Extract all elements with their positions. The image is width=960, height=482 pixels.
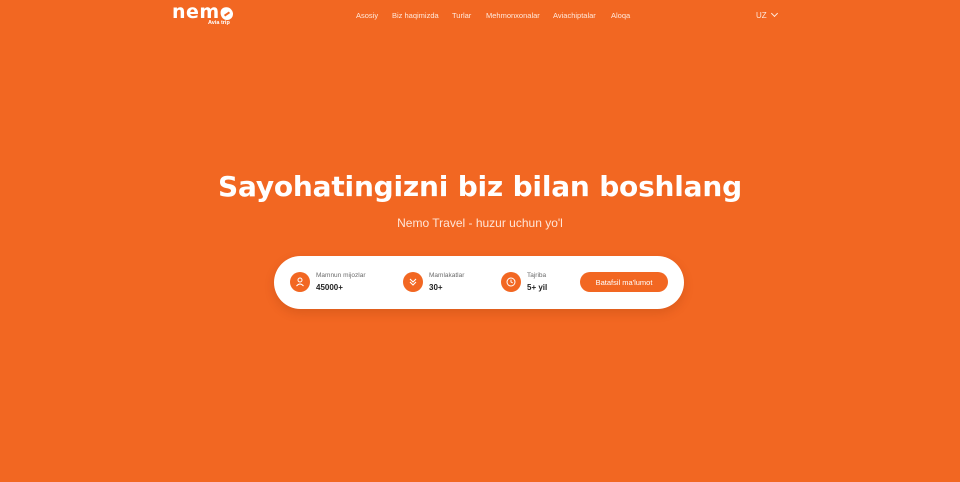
stat-value: 5+ yil	[527, 283, 548, 292]
nav-item-mehmonxonalar[interactable]: Mehmonxonalar	[486, 11, 540, 20]
stats-card: Mamnun mijozlar 45000+ Mamlakatlar 30+ T…	[274, 256, 684, 309]
stat-value: 30+	[429, 283, 443, 292]
nav-item-asosiy[interactable]: Asosiy	[356, 11, 378, 20]
nav-item-aviachiptalar[interactable]: Aviachiptalar	[553, 11, 596, 20]
main-nav: Asosiy Biz haqimizda Turlar Mehmonxonala…	[0, 11, 960, 23]
more-info-button[interactable]: Batafsil ma'lumot	[580, 272, 668, 292]
stat-label: Tajriba	[527, 272, 547, 279]
language-code: UZ	[756, 11, 767, 20]
nav-item-aloqa[interactable]: Aloqa	[611, 11, 630, 20]
hero-title: Sayohatingizni biz bilan boshlang	[218, 170, 742, 203]
nav-item-biz-haqimizda[interactable]: Biz haqimizda	[392, 11, 439, 20]
nav-item-turlar[interactable]: Turlar	[452, 11, 471, 20]
globe-chevrons-icon	[403, 272, 423, 292]
user-icon	[290, 272, 310, 292]
stat-label: Mamlakatlar	[429, 272, 465, 279]
hero-subtitle: Nemo Travel - huzur uchun yo'l	[397, 216, 563, 230]
site-header: nemo Avia trip Asosiy Biz haqimizda Turl…	[0, 0, 960, 34]
stat-label: Mamnun mijozlar	[316, 272, 366, 279]
language-selector[interactable]: UZ	[756, 9, 778, 20]
clock-icon	[501, 272, 521, 292]
chevron-down-icon	[770, 9, 778, 18]
stat-value: 45000+	[316, 283, 343, 292]
